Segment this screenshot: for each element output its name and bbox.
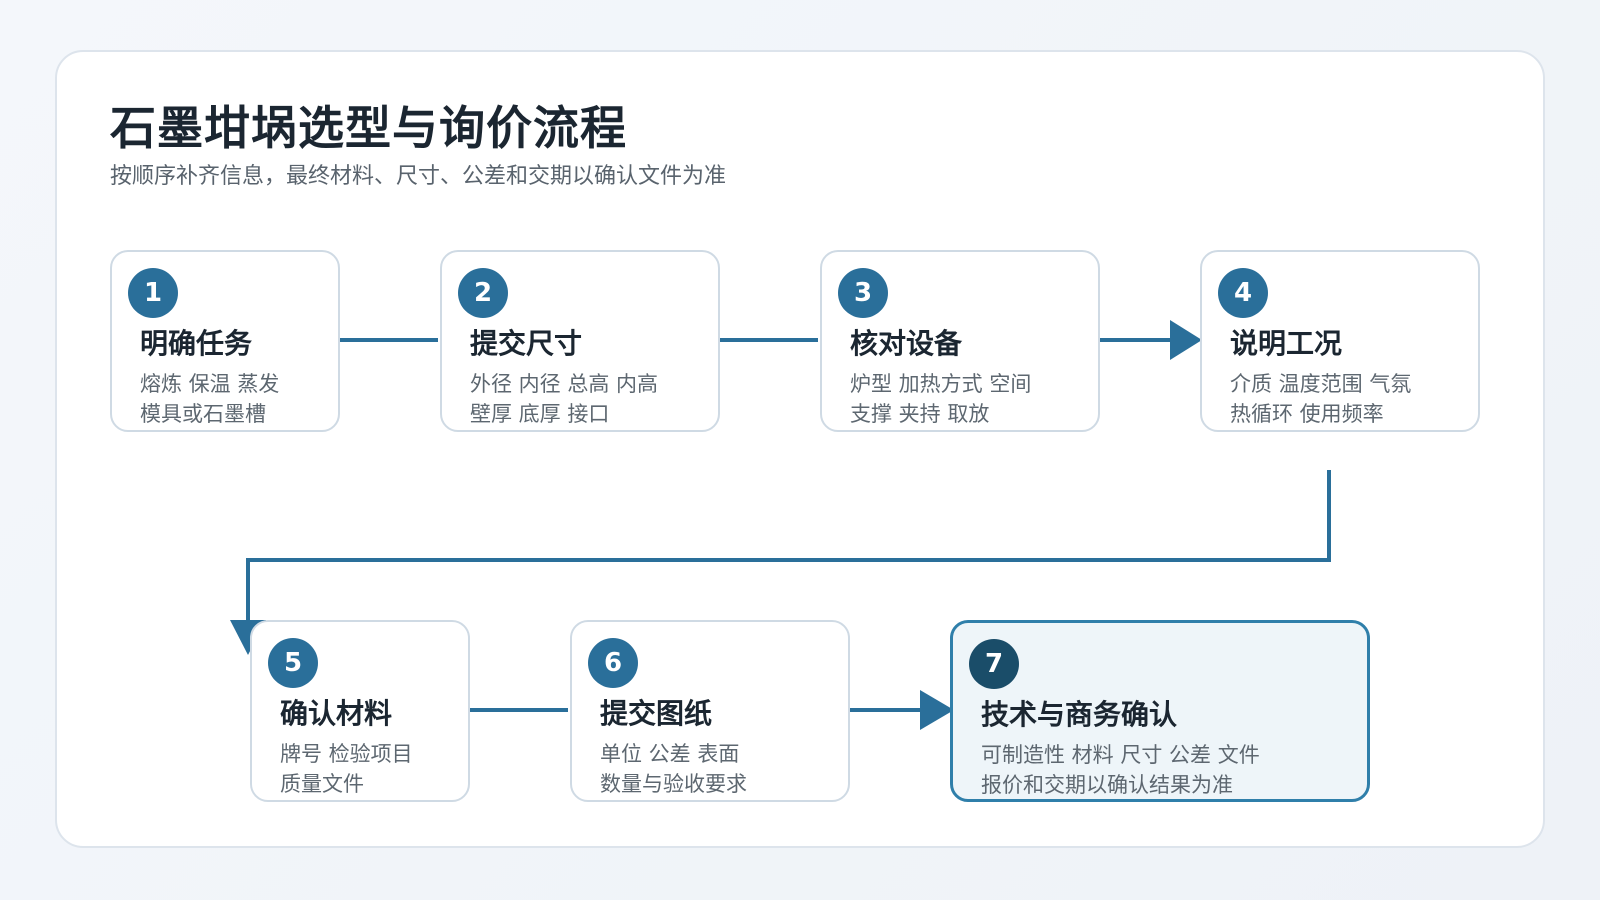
- step-detail-line: 热循环 使用频率: [1230, 402, 1384, 426]
- step-detail-line: 介质 温度范围 气氛: [1230, 372, 1412, 396]
- step-card-2: 2 提交尺寸 外径 内径 总高 内高 壁厚 底厚 接口: [440, 250, 720, 432]
- step-number-badge: 6: [588, 638, 638, 688]
- arrowhead-to-step-4: [1170, 320, 1202, 360]
- step-detail-line: 支撑 夹持 取放: [850, 402, 990, 426]
- step-number-badge: 3: [838, 268, 888, 318]
- step-detail-line: 炉型 加热方式 空间: [850, 372, 1032, 396]
- step-title: 确认材料: [280, 697, 393, 730]
- step-detail-line: 数量与验收要求: [600, 772, 747, 796]
- step-detail-line: 质量文件: [280, 772, 364, 796]
- step-title: 说明工况: [1230, 327, 1343, 360]
- step-detail-line: 壁厚 底厚 接口: [470, 402, 610, 426]
- step-number-badge: 7: [969, 639, 1019, 689]
- step-number-badge: 1: [128, 268, 178, 318]
- step-number-badge: 5: [268, 638, 318, 688]
- step-card-7: 7 技术与商务确认 可制造性 材料 尺寸 公差 文件 报价和交期以确认结果为准: [950, 620, 1370, 802]
- connector-4-5: [246, 470, 1331, 628]
- step-card-3: 3 核对设备 炉型 加热方式 空间 支撑 夹持 取放: [820, 250, 1100, 432]
- step-title: 提交尺寸: [470, 327, 583, 360]
- step-number-badge: 4: [1218, 268, 1268, 318]
- step-detail-line: 牌号 检验项目: [280, 742, 413, 766]
- step-card-4: 4 说明工况 介质 温度范围 气氛 热循环 使用频率: [1200, 250, 1480, 432]
- step-card-6: 6 提交图纸 单位 公差 表面 数量与验收要求: [570, 620, 850, 802]
- step-detail-line: 单位 公差 表面: [600, 742, 740, 766]
- step-title: 核对设备: [850, 327, 963, 360]
- step-title: 提交图纸: [600, 697, 713, 730]
- step-detail-line: 可制造性 材料 尺寸 公差 文件: [981, 743, 1260, 767]
- step-detail-line: 外径 内径 总高 内高: [470, 372, 659, 396]
- step-detail-line: 报价和交期以确认结果为准: [981, 773, 1233, 797]
- arrowhead-to-step-7: [920, 690, 954, 730]
- step-detail-line: 模具或石墨槽: [140, 402, 266, 426]
- step-detail-line: 熔炼 保温 蒸发: [140, 372, 280, 396]
- step-title: 技术与商务确认: [981, 698, 1178, 731]
- step-card-1: 1 明确任务 熔炼 保温 蒸发 模具或石墨槽: [110, 250, 340, 432]
- step-number-badge: 2: [458, 268, 508, 318]
- step-card-5: 5 确认材料 牌号 检验项目 质量文件: [250, 620, 470, 802]
- step-title: 明确任务: [140, 327, 253, 360]
